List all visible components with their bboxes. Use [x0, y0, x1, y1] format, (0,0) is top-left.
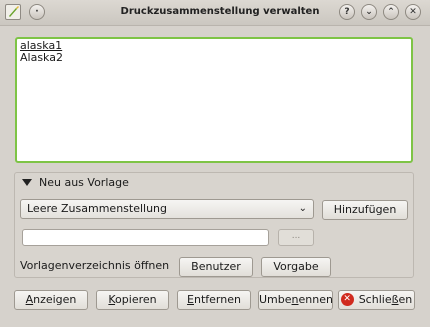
template-group-toggle[interactable]: Neu aus Vorlage	[22, 176, 129, 189]
template-combo[interactable]: Leere Zusammenstellung ⌄	[20, 199, 314, 219]
qgis-app-icon[interactable]	[5, 4, 21, 20]
help-icon[interactable]: ?	[339, 4, 355, 20]
add-button[interactable]: Hinzufügen	[322, 200, 408, 220]
default-dir-button[interactable]: Vorgabe	[261, 257, 331, 277]
browse-button: ...	[278, 229, 314, 246]
template-combo-value: Leere Zusammenstellung	[27, 202, 168, 215]
minimize-icon[interactable]: ⌃	[383, 4, 399, 20]
copy-button[interactable]: Kopieren	[96, 290, 169, 310]
template-path-input[interactable]	[22, 229, 269, 246]
shade-icon[interactable]: ⌄	[361, 4, 377, 20]
remove-button[interactable]: Entfernen	[177, 290, 251, 310]
template-dir-label: Vorlagenverzeichnis öffnen	[20, 259, 170, 272]
chevron-down-icon: ⌄	[298, 203, 307, 214]
collapse-arrow-icon[interactable]	[22, 179, 32, 186]
close-circle-icon: ✕	[340, 292, 354, 306]
user-dir-button[interactable]: Benutzer	[179, 257, 253, 277]
composition-list[interactable]: alaska1 Alaska2	[15, 37, 413, 163]
window-menu-icon[interactable]: ·	[29, 4, 45, 20]
show-button[interactable]: Anzeigen	[14, 290, 88, 310]
rename-button[interactable]: Umbenennen	[258, 290, 333, 310]
close-icon[interactable]: ✕	[405, 4, 421, 20]
title-bar: · Druckzusammenstellung verwalten ? ⌄ ⌃ …	[0, 0, 430, 26]
list-item[interactable]: Alaska2	[20, 52, 408, 64]
template-group-title: Neu aus Vorlage	[39, 176, 129, 189]
close-button[interactable]: ✕ Schließen	[338, 290, 415, 310]
list-item[interactable]: alaska1	[20, 40, 408, 52]
window-title: Druckzusammenstellung verwalten	[120, 6, 320, 17]
